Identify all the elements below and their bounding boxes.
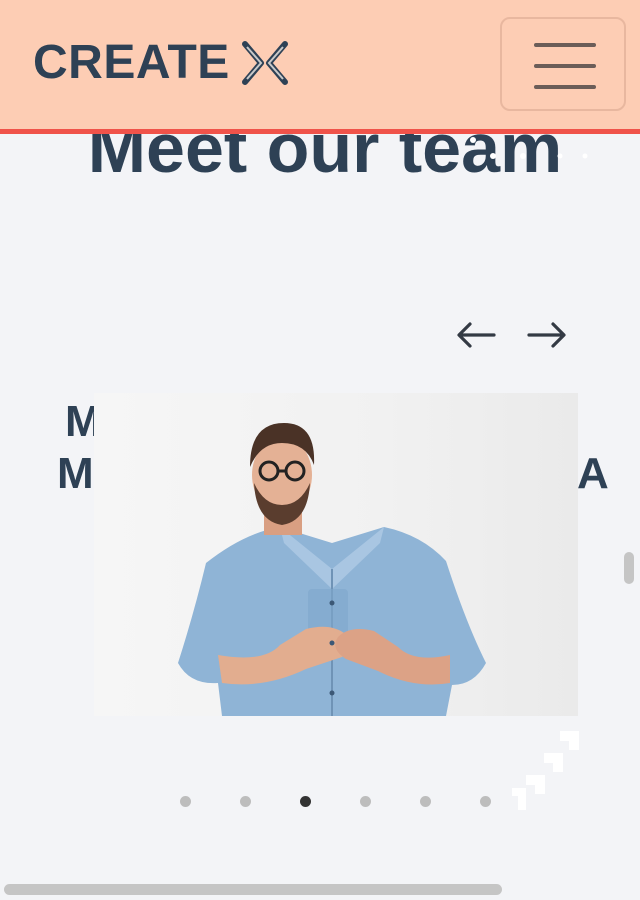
menu-bar-top — [534, 43, 596, 47]
hamburger-menu-button[interactable] — [500, 17, 626, 111]
menu-bar-bottom — [534, 85, 596, 89]
carousel-prev-button[interactable] — [454, 316, 498, 354]
carousel-dot[interactable] — [180, 796, 191, 807]
carousel-dot[interactable] — [480, 796, 491, 807]
arrow-right-icon — [527, 322, 566, 348]
carousel-dot[interactable] — [360, 796, 371, 807]
carousel-dot[interactable] — [240, 796, 251, 807]
team-member-illustration — [178, 423, 486, 716]
vertical-scrollbar[interactable] — [624, 552, 634, 584]
team-member-photo — [94, 393, 578, 716]
menu-bar-middle — [534, 64, 596, 68]
carousel-pagination — [0, 796, 640, 810]
carousel-dot[interactable] — [420, 796, 431, 807]
decorative-dots-icon — [470, 137, 588, 159]
create-x-mark-icon — [241, 41, 288, 85]
carousel-next-button[interactable] — [525, 316, 569, 354]
arrow-left-icon — [457, 322, 496, 348]
horizontal-scrollbar[interactable] — [4, 884, 502, 895]
team-card-name-peek: A — [577, 449, 609, 498]
logo-text: CREATE — [33, 36, 230, 89]
logo[interactable]: CREATE — [33, 36, 288, 90]
carousel-dot-active[interactable] — [300, 796, 311, 807]
site-header: CREATE — [0, 0, 640, 134]
